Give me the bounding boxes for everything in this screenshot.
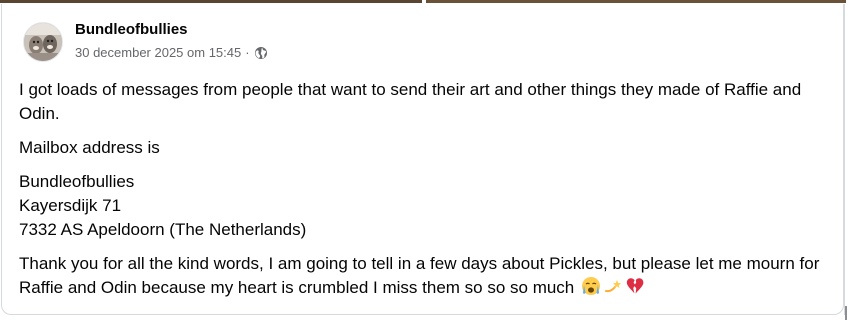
post-header: Bundleofbullies 30 december 2025 om 15:4… [23,20,268,62]
cover-photo-edge [0,0,849,3]
separator-dot: · [245,45,250,60]
cover-photo-left [0,0,422,3]
broken-heart-emoji [625,276,645,303]
post-card: Bundleofbullies 30 december 2025 om 15:4… [1,4,844,315]
avatar-image [24,23,62,61]
post-subline: 30 december 2025 om 15:45 · [75,44,268,62]
scrollbar-thumb[interactable] [845,306,847,320]
post-timestamp[interactable]: 30 december 2025 om 15:45 [75,44,241,62]
card-right-edge [844,4,845,315]
author-name[interactable]: Bundleofbullies [75,20,268,40]
address-line: 7332 AS Apeldoorn (The Netherlands) [19,220,307,239]
post-body: I got loads of messages from people that… [19,78,829,313]
post-paragraph: Mailbox address is [19,138,160,157]
post-paragraph: I got loads of messages from people that… [19,80,802,123]
cover-photo-right [426,0,846,3]
post-meta: Bundleofbullies 30 december 2025 om 15:4… [75,20,268,62]
address-line: Bundleofbullies [19,172,135,191]
address-line: Kayersdijk 71 [19,196,122,215]
closing-text: Thank you for all the kind words, I am g… [19,254,820,297]
crying-face-emoji [581,276,601,303]
mailing-address: Bundleofbullies Kayersdijk 71 7332 AS Ap… [19,170,829,242]
avatar[interactable] [23,22,63,62]
dizzy-emoji [603,276,623,303]
post-paragraph-closing: Thank you for all the kind words, I am g… [19,252,829,303]
globe-icon[interactable] [254,46,268,60]
